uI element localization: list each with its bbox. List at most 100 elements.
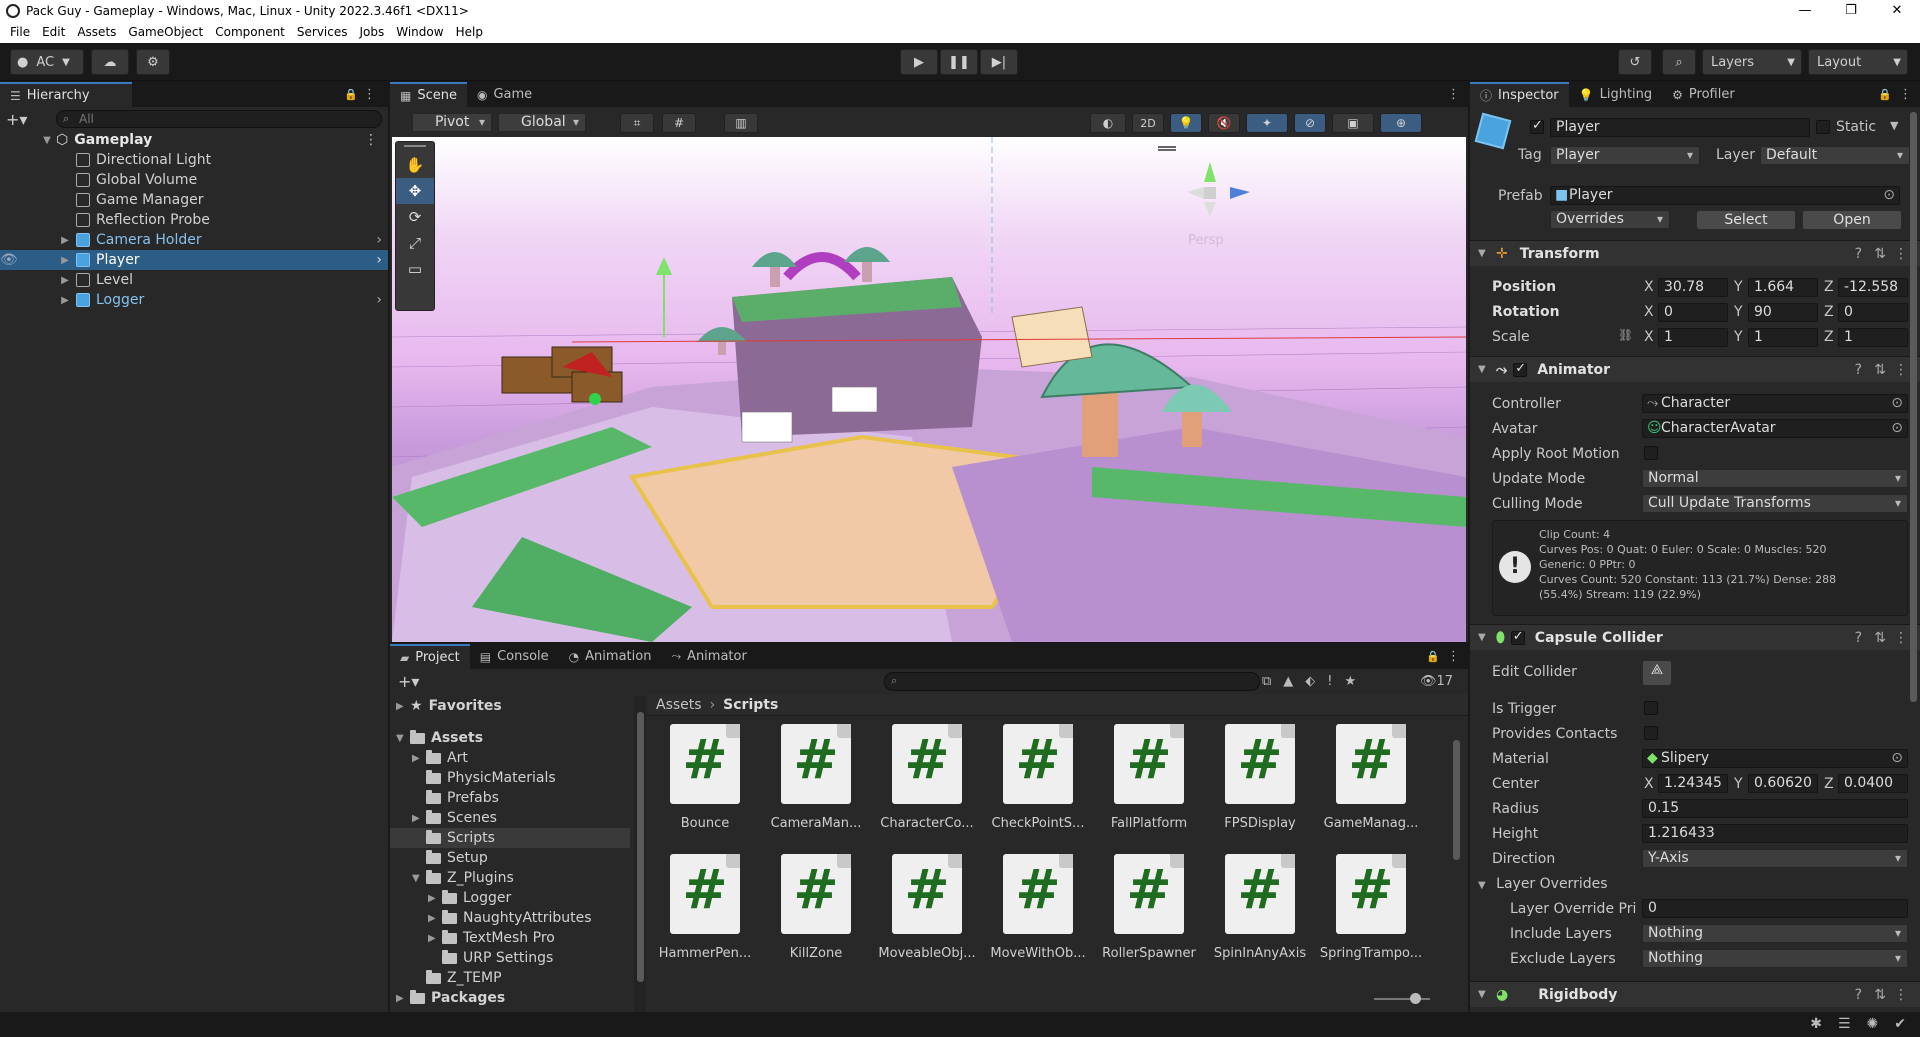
expand-arrow-icon[interactable]: ▶ [58,275,72,286]
overlay-grip[interactable] [404,145,426,149]
scale-z-field[interactable]: 1 [1838,328,1908,347]
center-z-field[interactable]: 0.0400 [1838,774,1908,793]
more-options-icon[interactable]: ⋮ [364,132,378,148]
expand-arrow-icon[interactable]: ▶ [58,255,72,266]
step-button[interactable]: ▶| [980,49,1018,75]
scrollbar-thumb[interactable] [1910,112,1917,702]
update-mode-dropdown[interactable]: Normal [1642,469,1908,488]
include-layers-dropdown[interactable]: Nothing [1642,924,1908,943]
scene-root-row[interactable]: ▼ ⬡ Gameplay ⋮ [0,130,388,150]
tree-item-physicmaterials[interactable]: PhysicMaterials [426,768,556,788]
tree-item-naughtyattributes[interactable]: ▶ NaughtyAttributes [428,908,592,928]
asset-grid-scrollbar[interactable] [1450,724,1462,984]
expand-arrow-icon[interactable]: ▶ [58,295,72,306]
prefab-select-button[interactable]: Select [1696,210,1796,230]
tree-item-logger[interactable]: ▶ Logger [428,888,511,908]
asset-script[interactable]: # MoveWithOb... [985,854,1086,970]
menu-file[interactable]: File [4,25,36,39]
camera-button[interactable]: ▣ [1332,113,1374,133]
tree-item-scenes[interactable]: ▶ Scenes [412,808,497,828]
tree-item-urpsettings[interactable]: URP Settings [442,948,553,968]
expand-arrow-icon[interactable]: ▼ [1478,989,1488,1000]
menu-jobs[interactable]: Jobs [354,25,391,39]
tab-console[interactable]: ▤ Console [470,644,559,669]
tree-item-art[interactable]: ▶ Art [412,748,468,768]
tree-scrollbar[interactable] [634,696,646,1012]
more-options-icon[interactable]: ⋮ [363,87,376,102]
tree-item-packages[interactable]: ▶ Packages [396,988,505,1008]
more-options-icon[interactable]: ⋮ [1899,87,1912,102]
more-options-icon[interactable]: ⋮ [1894,362,1908,378]
chevron-right-icon[interactable]: › [376,292,382,308]
lock-icon[interactable]: 🔒 [344,88,358,101]
direction-dropdown[interactable]: Y-Axis [1642,849,1908,868]
asset-script[interactable]: # SpringTrampo... [1318,854,1422,970]
tab-project[interactable]: ▰ Project [390,644,470,669]
breadcrumb-assets[interactable]: Assets [656,697,702,713]
collab-button[interactable]: ⚙ [136,49,170,75]
help-icon[interactable]: ? [1855,630,1862,646]
overrides-dropdown[interactable]: Overrides [1550,210,1670,229]
presets-icon[interactable]: ⇅ [1874,246,1886,262]
asset-script[interactable]: # GameManag... [1318,724,1418,840]
undo-history-button[interactable]: ↺ [1618,49,1652,75]
lock-icon[interactable]: 🔒 [1878,88,1892,101]
slider-handle[interactable] [1410,993,1421,1004]
tab-scene[interactable]: ▦ Scene [390,82,467,107]
layer-override-priority-field[interactable]: 0 [1642,899,1908,918]
create-asset-button[interactable]: +▾ [398,672,419,691]
asset-script[interactable]: # RollerSpawner [1096,854,1196,970]
rotation-x-field[interactable]: 0 [1658,303,1728,322]
more-options-icon[interactable]: ⋮ [1894,630,1908,646]
hierarchy-item[interactable]: Reflection Probe [0,210,388,230]
menu-gameobject[interactable]: GameObject [122,25,209,39]
hierarchy-item[interactable]: ▶ Camera Holder › [0,230,388,250]
layer-dropdown[interactable]: Default [1760,146,1910,165]
chevron-down-icon[interactable]: ▼ [1890,119,1898,132]
effects-toggle-button[interactable]: ✦ [1246,113,1288,133]
maximize-button[interactable]: ❐ [1828,0,1874,21]
active-checkbox[interactable] [1530,118,1544,134]
add-object-button[interactable]: +▾ [6,110,32,129]
asset-script[interactable]: # KillZone [763,854,859,970]
asset-script[interactable]: # FallPlatform [1096,724,1192,840]
center-y-field[interactable]: 0.60620 [1748,774,1818,793]
static-checkbox[interactable] [1816,120,1830,134]
close-button[interactable]: ✕ [1874,0,1920,21]
tree-item-ztemp[interactable]: Z_TEMP [426,968,502,988]
prefab-open-button[interactable]: Open [1802,210,1902,230]
move-tool-icon[interactable]: ✥ [396,178,434,204]
favorite-star-icon[interactable]: ★ [1345,674,1357,689]
account-dropdown[interactable]: ● AC ▼ [10,49,84,75]
hierarchy-item[interactable]: ▶ Level [0,270,388,290]
search-button[interactable]: ⌕ [1662,49,1696,75]
chevron-right-icon[interactable]: › [376,252,382,268]
transform-header[interactable]: ▼ ✛ Transform ? ⇅ ⋮ [1470,240,1920,266]
asset-script[interactable]: # MoveableObj... [874,854,976,970]
menu-window[interactable]: Window [390,25,449,39]
tree-item-scripts-selected[interactable]: Scripts [390,828,630,848]
global-dropdown[interactable]: Global [498,113,586,132]
object-name-field[interactable]: Player [1550,118,1810,137]
tree-item-setup[interactable]: Setup [426,848,488,868]
position-y-field[interactable]: 1.664 [1748,278,1818,297]
avatar-field[interactable]: ☺ CharacterAvatar ⊙ [1642,419,1908,438]
lighting-toggle-button[interactable]: 💡 [1170,113,1202,133]
object-picker-icon[interactable]: ⊙ [1891,420,1903,437]
project-search-input[interactable]: ⌕ [884,672,1260,691]
gizmos-button[interactable]: ⊕ [1380,113,1422,133]
scale-tool-icon[interactable]: ⤢ [396,230,434,256]
grid-snap-button[interactable]: ⌗ [620,113,654,133]
tree-item-zplugins[interactable]: ▼ Z_Plugins [412,868,514,888]
cache-icon[interactable]: ☰ [1838,1016,1851,1032]
culling-mode-dropdown[interactable]: Cull Update Transforms [1642,494,1908,513]
height-field[interactable]: 1.216433 [1642,824,1908,843]
capsule-collider-header[interactable]: ▼ ⬮ Capsule Collider ? ⇅ ⋮ [1470,624,1920,650]
rotate-tool-icon[interactable]: ⟳ [396,204,434,230]
chevron-right-icon[interactable]: › [376,232,382,248]
expand-arrow-icon[interactable]: ▼ [1478,248,1488,259]
scene-viewport[interactable]: Persp ✋ ✥ ⟳ ⤢ ▭ [392,137,1466,642]
layer-overrides-foldout[interactable]: ▼ Layer Overrides [1478,876,1608,892]
provides-contacts-checkbox[interactable] [1644,726,1658,740]
scrollbar-thumb[interactable] [637,712,644,982]
